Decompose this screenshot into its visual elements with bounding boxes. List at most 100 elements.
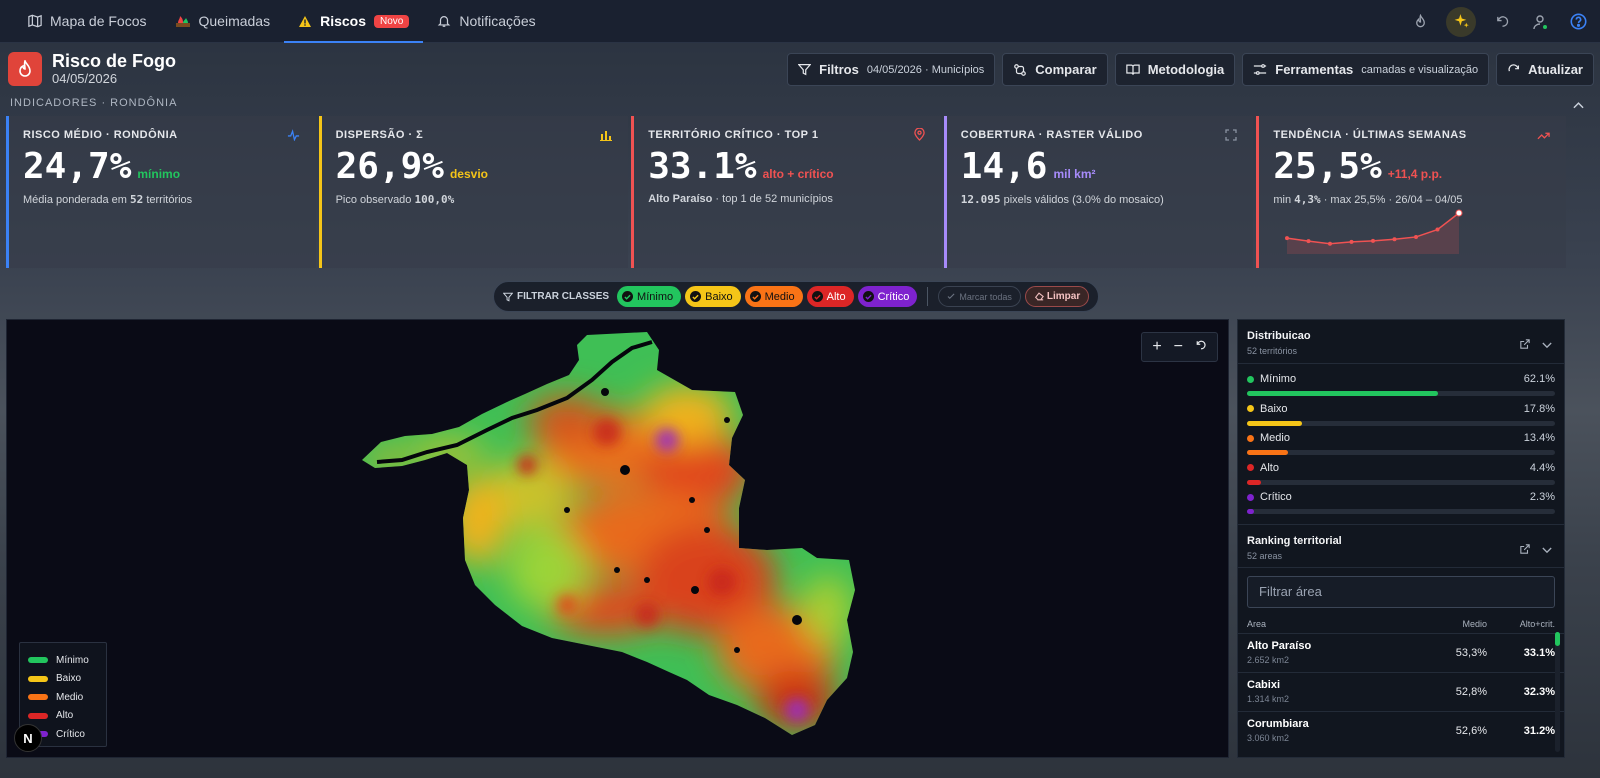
check-all-icon — [947, 293, 955, 300]
kpi-value: 24,7% — [23, 146, 132, 187]
sparkline-point — [1349, 239, 1354, 244]
check-icon — [811, 291, 823, 302]
tab-notificacoes[interactable]: Notificações — [423, 0, 549, 43]
kpi-label: RISCO MÉDIO · RONDÔNIA — [23, 129, 178, 141]
table-row[interactable]: Cabixi 1.314 km2 52,8% 32.3% — [1238, 671, 1564, 711]
class-chips: Mínimo Baixo Medio Alto Crítico — [617, 286, 918, 307]
n-logo[interactable]: N — [14, 724, 42, 752]
class-dot — [1247, 464, 1254, 471]
tab-mapa-de-focos[interactable]: Mapa de Focos — [14, 0, 161, 43]
refresh-icon — [1507, 63, 1520, 76]
kpi-note: Alto Paraíso · top 1 de 52 municípios — [648, 193, 833, 205]
chevron-up-icon[interactable] — [1573, 96, 1584, 114]
distribution-row: Medio 13.4% — [1238, 427, 1564, 457]
distribution-title: Distribuicao — [1247, 330, 1311, 342]
tab-label: Queimadas — [198, 13, 271, 29]
check-icon — [862, 291, 874, 302]
class-chip[interactable]: Medio — [744, 286, 803, 307]
bar-chart-icon — [600, 128, 613, 146]
check-icon — [622, 291, 634, 302]
refresh-button[interactable]: Atualizar — [1496, 53, 1594, 86]
filters-button[interactable]: Filtros 04/05/2026 · Municípios — [787, 53, 996, 86]
kpi-unit: alto + crítico — [762, 167, 834, 181]
section-label: INDICADORES · RONDÔNIA — [10, 97, 178, 109]
trend-sparkline — [1285, 209, 1463, 254]
distribution-subtitle: 52 territórios — [1247, 346, 1298, 356]
filter-classes-label: FILTRAR CLASSES — [503, 291, 609, 302]
table-row[interactable]: Alto Paraíso 2.652 km2 53,3% 33.1% — [1238, 632, 1564, 672]
distribution-row: Baixo 17.8% — [1238, 398, 1564, 428]
zoom-out-icon[interactable]: − — [1174, 338, 1183, 356]
external-link-icon[interactable] — [1520, 541, 1530, 559]
refresh-label: Atualizar — [1528, 62, 1583, 77]
distribution-bar — [1247, 391, 1555, 396]
rondonia-risk-raster — [362, 332, 855, 735]
compare-label: Comparar — [1035, 62, 1097, 77]
table-row[interactable]: Corumbiara 3.060 km2 52,6% 31.2% — [1238, 710, 1564, 750]
sparkline-point — [1392, 237, 1397, 242]
tools-button[interactable]: Ferramentas camadas e visualização — [1242, 53, 1490, 86]
user-icon[interactable] — [1528, 10, 1552, 34]
legend-swatch — [28, 657, 48, 664]
kpi-value: 14,6 — [960, 146, 1048, 187]
clear-button[interactable]: Limpar — [1024, 286, 1090, 307]
zoom-in-icon[interactable]: + — [1152, 338, 1161, 356]
area-size: 1.314 km2 — [1247, 694, 1290, 704]
ranking-subtitle: 52 areas — [1247, 550, 1283, 561]
external-link-icon[interactable] — [1520, 336, 1530, 354]
refresh-icon[interactable] — [1490, 10, 1514, 34]
tab-label: Notificações — [459, 13, 536, 29]
class-dot — [1247, 493, 1254, 501]
methodology-button[interactable]: Metodologia — [1114, 53, 1236, 86]
class-filter-bar: FILTRAR CLASSES Mínimo Baixo Medio Alto Crít… — [493, 281, 1100, 312]
sparkline-point — [1328, 241, 1333, 246]
column-alto-crit[interactable]: Alto+crit. — [1487, 619, 1555, 629]
map-icon — [28, 14, 42, 28]
reset-view-icon[interactable] — [1195, 338, 1207, 356]
distribution-bar — [1247, 450, 1555, 455]
distribution-row: Mínimo 62.1% — [1238, 368, 1564, 398]
help-icon[interactable] — [1566, 10, 1590, 34]
sliders-icon — [1253, 63, 1267, 76]
class-chip[interactable]: Crítico — [857, 286, 918, 307]
kpi-value: 25,5% — [1273, 146, 1382, 187]
kpi-card-critical-territory: TERRITÓRIO CRÍTICO · TOP 1 33.1% alto + c… — [631, 116, 941, 268]
kpi-cards: RISCO MÉDIO · RONDÔNIA 24,7% mínimo Média… — [6, 116, 1566, 268]
compare-button[interactable]: Comparar — [1002, 53, 1108, 86]
side-panel: Distribuicao 52 territórios Mínimo 62.1% B… — [1237, 319, 1565, 758]
medio-value: 53,3% — [1455, 646, 1487, 659]
kpi-unit: mil km² — [1053, 167, 1096, 181]
risk-map[interactable]: + − Mínimo Baixo Medio Alto Crítico N — [6, 319, 1229, 758]
class-chip[interactable]: Mínimo — [617, 286, 682, 307]
burn-icon — [175, 14, 191, 28]
tab-riscos[interactable]: Riscos Novo — [284, 0, 424, 43]
column-medio[interactable]: Medio — [1427, 619, 1487, 629]
area-search-input[interactable]: Filtrar área — [1247, 575, 1555, 608]
sparkles-icon[interactable] — [1446, 6, 1476, 37]
flame-icon[interactable] — [1408, 10, 1432, 34]
area-size: 3.060 km2 — [1247, 733, 1290, 743]
chevron-down-icon[interactable] — [1542, 541, 1552, 559]
kpi-card-dispersion: DISPERSÃO · Σ 26,9% desvio Pico observado… — [318, 116, 629, 268]
warning-icon — [298, 15, 312, 28]
tab-label: Riscos — [320, 13, 367, 29]
column-area[interactable]: Area — [1247, 619, 1427, 629]
class-chip[interactable]: Baixo — [685, 286, 741, 307]
alto-crit-value: 32.3% — [1523, 685, 1555, 698]
chevron-down-icon[interactable] — [1542, 336, 1552, 354]
class-chip[interactable]: Alto — [806, 286, 854, 307]
filters-value: 04/05/2026 · Municípios — [866, 63, 985, 76]
tab-queimadas[interactable]: Queimadas — [161, 0, 285, 43]
kpi-note: Média ponderada em 52 territórios — [23, 193, 193, 206]
ranking-table: Alto Paraíso 2.652 km2 53,3% 33.1% Cabixi 1.3… — [1238, 632, 1564, 750]
ranking-title: Ranking territorial — [1247, 534, 1342, 547]
legend-swatch — [28, 694, 48, 701]
ranking-header: Ranking territorial 52 areas — [1238, 523, 1564, 568]
expand-icon — [1225, 128, 1238, 146]
legend-swatch — [28, 675, 48, 682]
kpi-note: min 4,3% · max 25,5% · 26/04 – 04/05 — [1273, 193, 1463, 206]
scrollbar[interactable] — [1555, 632, 1560, 752]
distribution-row: Alto 4.4% — [1238, 457, 1564, 487]
mark-all-button[interactable]: Marcar todas — [938, 286, 1021, 307]
alto-crit-value: 31.2% — [1523, 724, 1555, 737]
